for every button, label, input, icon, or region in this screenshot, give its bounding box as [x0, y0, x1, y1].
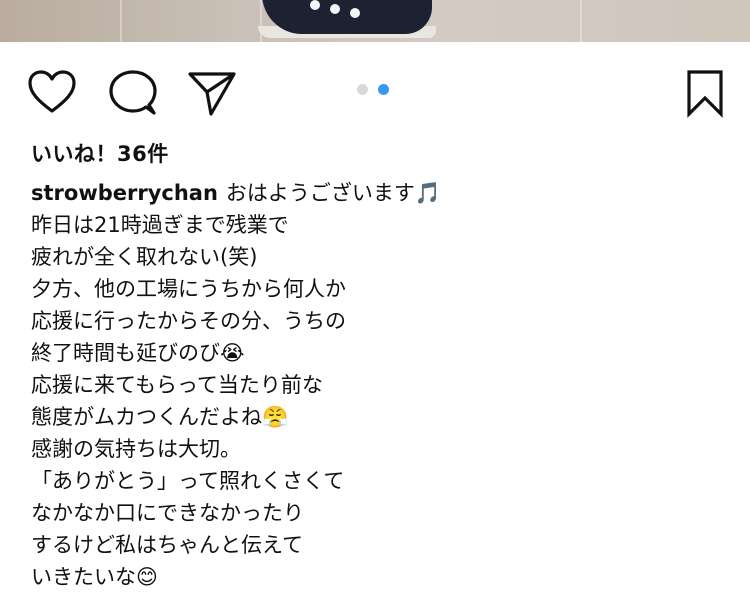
floor-tile [450, 0, 582, 42]
heart-icon[interactable] [27, 68, 77, 118]
floor-tile [580, 0, 750, 42]
caption-text: おはようございます🎵 [225, 181, 442, 205]
caption-line: 終了時間も延びのび😭 [31, 341, 245, 365]
caption-line: 態度がムカつくんだよね😤 [31, 405, 289, 429]
floor-tile [0, 0, 122, 42]
bookmark-icon[interactable] [685, 68, 725, 118]
sneaker [262, 0, 432, 34]
caption-line: 応援に行ったからその分、うちの [31, 309, 346, 333]
comment-icon[interactable] [108, 68, 158, 118]
floor-tile [120, 0, 262, 42]
sneaker-eyelet [310, 0, 320, 10]
carousel-dot-inactive [357, 84, 368, 95]
post-caption: strowberrychan おはようございます🎵 昨日は21時過ぎまで残業で 疲… [31, 177, 721, 593]
caption-line: するけど私はちゃんと伝えて [31, 533, 303, 557]
caption-line: 昨日は21時過ぎまで残業で [31, 213, 289, 237]
caption-line: 「ありがとう」って照れくさくて [31, 469, 345, 493]
paper-plane-icon[interactable] [187, 68, 237, 118]
carousel-indicator [357, 84, 389, 96]
sneaker-eyelet [330, 4, 340, 14]
caption-line: 夕方、他の工場にうちから何人か [31, 277, 346, 301]
carousel-dot-active [378, 84, 389, 95]
like-count[interactable]: いいね！36件 [31, 138, 169, 168]
post-photo[interactable] [0, 0, 750, 42]
action-bar [0, 62, 750, 122]
caption-line: なかなか口にできなかったり [31, 501, 304, 525]
caption-line: 感謝の気持ちは大切。 [31, 437, 241, 461]
sneaker-eyelet [350, 8, 360, 18]
caption-line: 応援に来てもらって当たり前な [31, 373, 323, 397]
caption-line: 疲れが全く取れない(笑) [31, 245, 258, 269]
caption-line: いきたいな😊 [31, 565, 158, 589]
username[interactable]: strowberrychan [31, 181, 218, 205]
caption-first-line: strowberrychan おはようございます🎵 [31, 177, 721, 209]
